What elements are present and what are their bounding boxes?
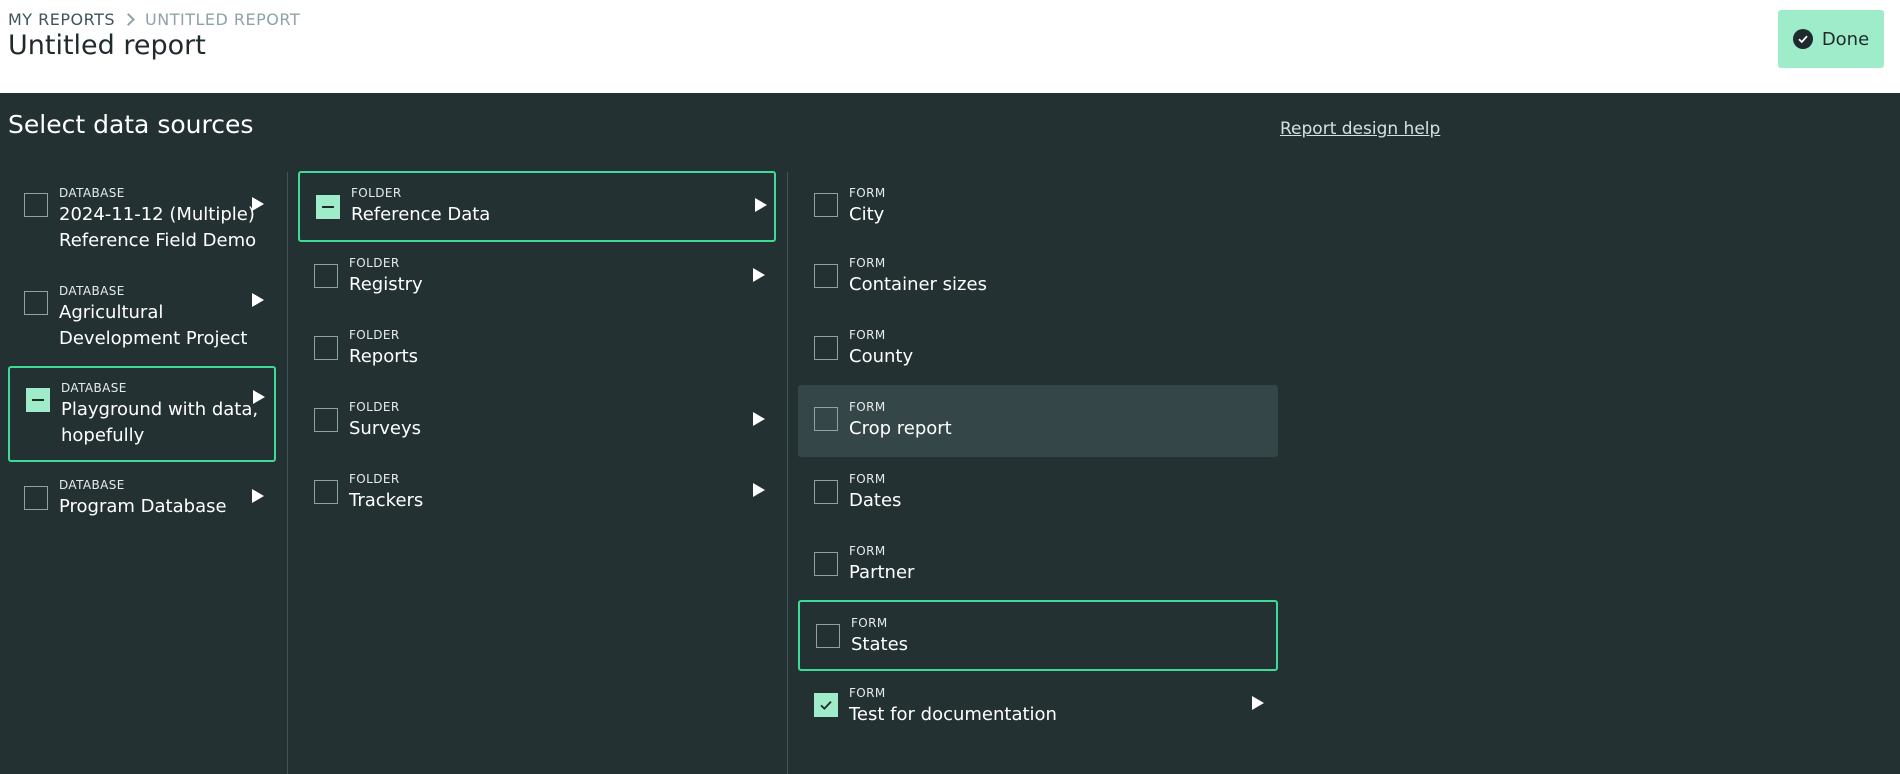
folder-item[interactable]: FOLDER Reports	[298, 318, 776, 384]
form-checkbox[interactable]	[816, 624, 840, 648]
form-label: Dates	[849, 490, 902, 511]
item-type-label: DATABASE	[61, 381, 127, 395]
database-label: Program Database	[59, 496, 227, 517]
form-checkbox-checked[interactable]	[814, 693, 838, 717]
folder-label: Surveys	[349, 418, 421, 439]
column-divider	[787, 172, 788, 774]
report-design-help-link[interactable]: Report design help	[1280, 119, 1440, 139]
folder-label: Reports	[349, 346, 419, 367]
breadcrumb-my-reports[interactable]: MY REPORTS	[8, 10, 115, 29]
folder-checkbox[interactable]	[314, 480, 338, 504]
database-label: Playground with data, hopefully	[61, 399, 259, 446]
form-item[interactable]: FORM Test for documentation	[798, 678, 1278, 744]
form-item[interactable]: FORM Partner	[798, 534, 1278, 600]
form-label: Container sizes	[849, 274, 987, 295]
form-label: County	[849, 346, 914, 367]
form-checkbox[interactable]	[814, 264, 838, 288]
database-checkbox[interactable]	[24, 486, 48, 510]
form-item[interactable]: FORM Dates	[798, 462, 1278, 528]
breadcrumb: MY REPORTS UNTITLED REPORT	[8, 10, 300, 29]
item-type-label: DATABASE	[59, 478, 125, 492]
breadcrumb-untitled-report: UNTITLED REPORT	[145, 10, 301, 29]
form-item[interactable]: FORM County	[798, 318, 1278, 384]
item-type-label: FOLDER	[349, 400, 400, 414]
folder-checkbox[interactable]	[314, 336, 338, 360]
form-item[interactable]: FORM Container sizes	[798, 246, 1278, 312]
folder-checkbox[interactable]	[314, 264, 338, 288]
chevron-right-icon	[122, 13, 135, 26]
form-label: Test for documentation	[849, 704, 1057, 725]
database-item[interactable]: DATABASE Agricultural Development Projec…	[8, 272, 276, 364]
expand-arrow-icon[interactable]	[753, 268, 765, 282]
database-item-selected[interactable]: DATABASE Playground with data, hopefully	[8, 366, 276, 462]
expand-arrow-icon[interactable]	[755, 198, 767, 212]
form-label: States	[851, 634, 909, 655]
form-checkbox[interactable]	[814, 407, 838, 431]
done-label: Done	[1821, 28, 1870, 50]
database-item[interactable]: DATABASE Program Database	[8, 470, 276, 536]
folder-item[interactable]: FOLDER Trackers	[298, 462, 776, 528]
item-type-label: FOLDER	[349, 256, 400, 270]
done-button[interactable]: Done	[1778, 10, 1884, 68]
item-type-label: FORM	[849, 328, 886, 342]
database-checkbox[interactable]	[24, 291, 48, 315]
item-type-label: FOLDER	[349, 472, 400, 486]
database-checkbox-partial[interactable]	[26, 388, 50, 412]
database-checkbox[interactable]	[24, 193, 48, 217]
expand-arrow-icon[interactable]	[1252, 696, 1264, 710]
item-type-label: FOLDER	[351, 186, 402, 200]
item-type-label: DATABASE	[59, 186, 125, 200]
item-type-label: FORM	[849, 256, 886, 270]
form-checkbox[interactable]	[814, 480, 838, 504]
form-checkbox[interactable]	[814, 552, 838, 576]
form-item-hovered[interactable]: FORM Crop report	[798, 385, 1278, 457]
database-label: Agricultural Development Project	[59, 302, 248, 349]
form-item[interactable]: FORM City	[798, 174, 1278, 240]
form-item-selected[interactable]: FORM States	[798, 600, 1278, 671]
item-type-label: FORM	[849, 400, 886, 414]
folder-label: Registry	[349, 274, 423, 295]
item-type-label: FOLDER	[349, 328, 400, 342]
form-checkbox[interactable]	[814, 336, 838, 360]
expand-arrow-icon[interactable]	[753, 412, 765, 426]
folder-checkbox-partial[interactable]	[316, 195, 340, 219]
form-checkbox[interactable]	[814, 193, 838, 217]
page-header: MY REPORTS UNTITLED REPORT Untitled repo…	[0, 0, 1900, 93]
folder-item[interactable]: FOLDER Registry	[298, 246, 776, 312]
form-label: Crop report	[849, 418, 952, 439]
folder-item[interactable]: FOLDER Surveys	[298, 390, 776, 456]
folder-checkbox[interactable]	[314, 408, 338, 432]
folder-label: Trackers	[349, 490, 424, 511]
column-divider	[287, 172, 288, 774]
database-label: 2024-11-12 (Multiple) Reference Field De…	[59, 204, 257, 251]
checkmark-icon	[820, 700, 832, 710]
form-label: Partner	[849, 562, 915, 583]
item-type-label: FORM	[851, 616, 888, 630]
check-circle-icon	[1792, 29, 1813, 49]
form-label: City	[849, 204, 885, 225]
item-type-label: DATABASE	[59, 284, 125, 298]
item-type-label: FORM	[849, 472, 886, 486]
page-title: Untitled report	[8, 30, 206, 61]
item-type-label: FORM	[849, 686, 886, 700]
item-type-label: FORM	[849, 186, 886, 200]
expand-arrow-icon[interactable]	[252, 197, 264, 211]
item-type-label: FORM	[849, 544, 886, 558]
expand-arrow-icon[interactable]	[753, 483, 765, 497]
section-title: Select data sources	[8, 110, 254, 139]
folder-item-selected[interactable]: FOLDER Reference Data	[298, 171, 776, 242]
expand-arrow-icon[interactable]	[252, 489, 264, 503]
expand-arrow-icon[interactable]	[252, 293, 264, 307]
expand-arrow-icon[interactable]	[253, 390, 265, 404]
folder-label: Reference Data	[351, 204, 491, 225]
database-item[interactable]: DATABASE 2024-11-12 (Multiple) Reference…	[8, 174, 276, 266]
